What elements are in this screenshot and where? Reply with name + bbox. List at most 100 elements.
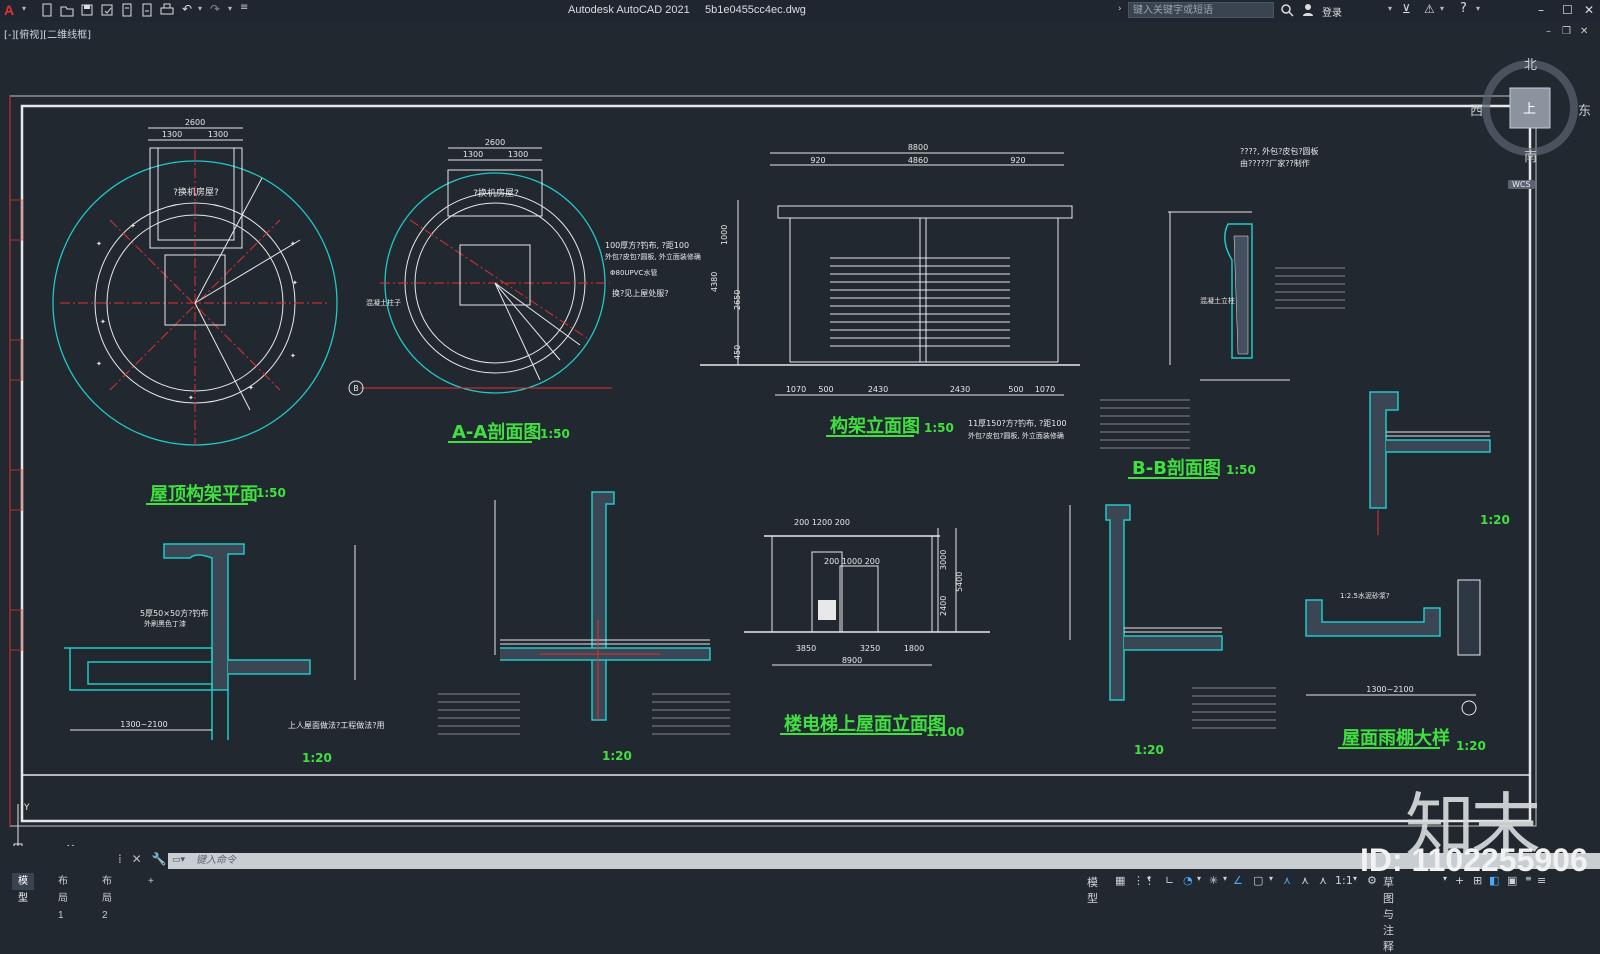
annotation-scale-icon[interactable]: ⋏ — [1319, 874, 1327, 887]
polar-tracking-icon[interactable]: ◔ — [1183, 874, 1193, 887]
viewcube-top-face[interactable]: 上 — [1523, 98, 1536, 117]
window-title: Autodesk AutoCAD 2021 5b1e0455cc4ec.dwg — [568, 4, 806, 16]
viewcube-west[interactable]: 西 — [1470, 100, 1483, 119]
bb-scale: 1:50 — [1226, 463, 1256, 477]
minimize-button[interactable]: – — [1538, 3, 1544, 17]
open-folder-icon[interactable] — [60, 3, 74, 17]
search-icon[interactable] — [1280, 3, 1294, 17]
command-close-icon[interactable]: ✕ — [132, 852, 142, 866]
aa-dim-right: 1300 — [508, 150, 528, 159]
wcs-menu[interactable]: WCS — [1508, 180, 1535, 189]
polar-dropdown-icon[interactable]: ▾ — [1197, 874, 1201, 883]
command-settings-icon[interactable]: 🔧 — [152, 852, 167, 866]
workspace-gear-icon[interactable]: ⚙ — [1367, 874, 1377, 887]
ortho-icon[interactable]: ∟ — [1165, 874, 1174, 887]
plan-dim-right: 1300 — [208, 130, 228, 139]
elev-title: 构架立面图 — [830, 415, 920, 437]
object-snap-icon[interactable]: ▢ — [1253, 874, 1263, 887]
svg-text:Y: Y — [23, 803, 30, 813]
viewcube[interactable]: 北 南 东 西 上 WCS — [1470, 58, 1598, 189]
bb-note-3: 混凝土立柱 — [1200, 296, 1235, 305]
new-file-icon[interactable] — [40, 3, 54, 17]
save-icon[interactable] — [80, 3, 94, 17]
redo-dropdown-icon[interactable]: ▾ — [228, 4, 232, 13]
drawing-canvas[interactable]: 2600 1300 1300 ?换机房屋? ✦✦✦✦ ✦✦✦✦✦ 屋顶构架平面 … — [0, 44, 1600, 846]
object-snap-tracking-icon[interactable]: ∠ — [1233, 874, 1243, 887]
viewcube-south[interactable]: 南 — [1524, 146, 1537, 165]
save-as-icon[interactable] — [100, 3, 114, 17]
isodraft-dropdown-icon[interactable]: ▾ — [1223, 874, 1227, 883]
canopy-title: 屋面雨棚大样 — [1342, 727, 1450, 749]
status-model-space[interactable]: 模型 — [1087, 874, 1098, 906]
detail-scale-1: 1:20 — [1480, 513, 1510, 527]
frame-elevation: 8800 4860 920 920 1070 500 2430 2430 500… — [700, 143, 1080, 440]
customize-status-icon[interactable]: ≡ — [1525, 874, 1532, 883]
tab-layout1[interactable]: 布局1 — [52, 873, 74, 921]
undo-icon[interactable]: ↶ — [182, 2, 192, 16]
aa-room-label: ?换机房屋? — [473, 187, 519, 199]
save-web-icon[interactable] — [140, 3, 154, 17]
snap-icon[interactable]: ⋮⋮ — [1133, 874, 1155, 887]
plan-dim-top: 2600 — [185, 118, 205, 127]
object-snap-dropdown-icon[interactable]: ▾ — [1269, 874, 1273, 883]
app-menu-chevron-icon[interactable]: ▾ — [22, 4, 26, 13]
elev-bottom-dim-1: 1070 — [786, 385, 806, 394]
tab-layout2[interactable]: 布局2 — [96, 873, 118, 921]
annotation-scale-value[interactable]: 1:1 — [1335, 874, 1353, 887]
isodraft-icon[interactable]: ✳ — [1209, 874, 1218, 887]
aa-scale: 1:50 — [540, 427, 570, 441]
autocad-logo-icon[interactable]: A — [4, 2, 20, 20]
workspace-switch[interactable]: 草图与注释 — [1383, 874, 1394, 954]
help-dropdown-icon[interactable]: ▾ — [1476, 4, 1480, 13]
login-dropdown-icon[interactable]: ▾ — [1388, 4, 1392, 13]
search-expand-icon[interactable]: › — [1118, 4, 1122, 14]
snap-dropdown-icon[interactable]: ▾ — [1147, 874, 1151, 883]
elev-bottom-dim-6: 1070 — [1035, 385, 1055, 394]
lift-side-dim-1: 3000 — [939, 550, 948, 570]
open-web-icon[interactable] — [120, 3, 134, 17]
units-icon[interactable]: ⊞ — [1473, 874, 1482, 887]
graphics-performance-icon[interactable]: ▣ — [1507, 874, 1517, 887]
print-icon[interactable] — [160, 3, 174, 17]
annotation-monitor-icon[interactable]: + — [1455, 874, 1464, 887]
tab-model[interactable]: 模型 — [12, 873, 34, 904]
cart-icon[interactable]: ⊻ — [1402, 2, 1411, 16]
bb-note-1: ????, 外包?皮包?圆板 — [1240, 146, 1319, 156]
apps-dropdown-icon[interactable]: ▾ — [1440, 4, 1444, 13]
login-link[interactable]: 登录 — [1322, 4, 1342, 19]
scale-dropdown-icon[interactable]: ▾ — [1353, 874, 1357, 883]
doc-close-button[interactable]: ✕ — [1580, 26, 1588, 37]
viewcube-north[interactable]: 北 — [1524, 54, 1537, 73]
elev-dim-920-left: 920 — [810, 156, 825, 165]
customize-qat-icon[interactable]: ≡ — [240, 2, 248, 13]
undo-dropdown-icon[interactable]: ▾ — [198, 4, 202, 13]
command-grip-icon[interactable]: ⁞ — [118, 852, 122, 866]
doc-restore-button[interactable]: ❐ — [1562, 26, 1571, 37]
lift-scale: 1:100 — [926, 725, 964, 739]
auto-scale-icon[interactable]: ⋏ — [1301, 874, 1309, 887]
roof-frame-plan: 2600 1300 1300 ?换机房屋? ✦✦✦✦ ✦✦✦✦✦ 屋顶构架平面 … — [52, 118, 338, 505]
plan-title: 屋顶构架平面 — [150, 483, 258, 505]
redo-icon[interactable]: ↷ — [210, 2, 220, 16]
workspace-dropdown-icon[interactable]: ▾ — [1443, 874, 1447, 883]
tab-add-layout[interactable]: + — [142, 873, 160, 890]
autodesk-app-icon[interactable]: ⚠ — [1424, 2, 1435, 16]
search-input[interactable]: 键入关键字或短语 — [1128, 2, 1274, 18]
annotation-visibility-icon[interactable]: ⋏ — [1283, 874, 1291, 887]
user-icon[interactable] — [1302, 3, 1314, 17]
viewcube-east[interactable]: 东 — [1578, 100, 1591, 119]
help-icon[interactable]: ? — [1460, 1, 1467, 16]
doc-minimize-button[interactable]: – — [1546, 26, 1551, 37]
aa-note-1: 100厚方?钓布, ?距100 — [605, 240, 689, 250]
close-button[interactable]: ✕ — [1584, 3, 1594, 17]
viewport-label[interactable]: [-][俯视][二维线框] — [4, 26, 91, 41]
title-bar: A ▾ ↶ ▾ ↷ ▾ ≡ Autodesk AutoCAD 2021 5b1e… — [0, 0, 1600, 22]
lift-dim-3: 1800 — [904, 644, 924, 653]
status-menu-icon[interactable]: ≡ — [1537, 874, 1546, 887]
maximize-button[interactable]: ☐ — [1562, 3, 1573, 17]
grid-icon[interactable]: ▦ — [1115, 874, 1125, 887]
canopy-detail: 1300~2100 1:2.5水泥砂浆? 屋面雨棚大样 1:20 — [1305, 579, 1486, 753]
command-history-icon[interactable]: ▭▾ — [172, 855, 185, 865]
isolate-objects-icon[interactable]: ◧ — [1489, 874, 1499, 887]
elev-side-dim-3: 2650 — [733, 290, 742, 310]
